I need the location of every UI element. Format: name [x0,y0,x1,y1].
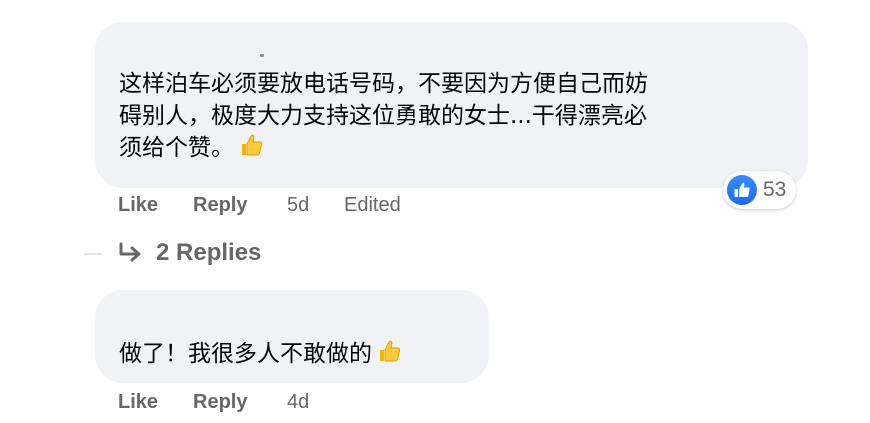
comment-text-line: 须给个赞。 [119,132,784,167]
timestamp[interactable]: 5d [287,194,309,216]
reply-arrow-icon [119,242,141,262]
thread-connector-line [84,253,102,255]
view-replies-button[interactable]: 2 Replies [118,236,261,270]
blurred-author-name[interactable] [160,44,280,62]
thumbs-up-emoji-icon [376,338,402,373]
thumbs-up-emoji-icon [238,132,264,167]
like-button[interactable]: Like [118,391,158,413]
edited-label[interactable]: Edited [344,194,401,216]
comment-text-line: 这样泊车必须要放电话号码，不要因为方便自己而妨 [119,71,648,97]
like-button[interactable]: Like [118,194,158,216]
comment-text-line: 碍别人，极度大力支持这位勇敢的女士...干得漂亮必 [119,103,647,129]
comment-text: 做了！我很多人不敢做的 [119,338,402,373]
timestamp[interactable]: 4d [287,391,309,413]
comment-bubble: 做了！我很多人不敢做的 [95,290,489,383]
reaction-count: 53 [763,178,787,201]
reply-button[interactable]: Reply [193,391,247,413]
comment-text: 这样泊车必须要放电话号码，不要因为方便自己而妨 碍别人，极度大力支持这位勇敢的女… [119,68,784,167]
like-reaction-icon [727,175,757,205]
replies-count-label[interactable]: 2 Replies [156,239,261,267]
reaction-summary[interactable]: 53 [723,171,797,209]
reply-button[interactable]: Reply [193,194,247,216]
